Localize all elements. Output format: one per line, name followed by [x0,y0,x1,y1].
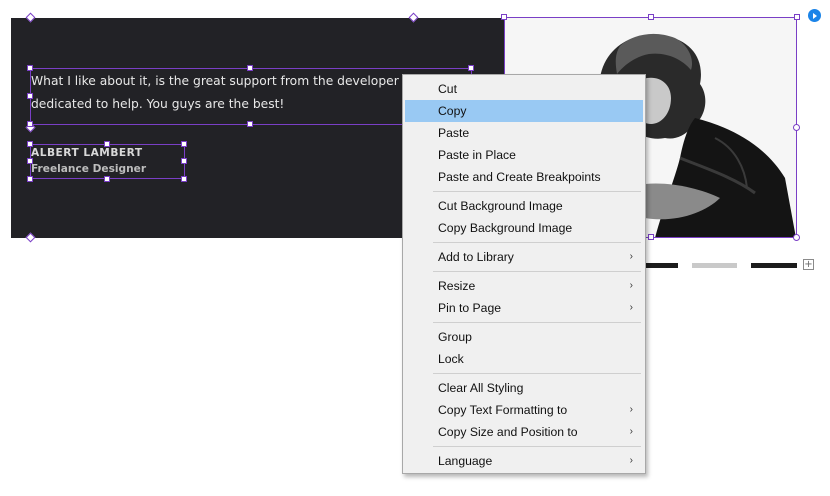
photo-resize-handle[interactable] [648,234,654,240]
menu-item-label: Resize [438,279,476,293]
menu-item-label: Copy Text Formatting to [438,403,568,417]
menu-item-language[interactable]: Language › [405,450,643,472]
menu-item-label: Clear All Styling [438,381,524,395]
menu-item-lock[interactable]: Lock [405,348,643,370]
author-resize-handle[interactable] [27,176,33,182]
chevron-right-icon: › [629,251,633,262]
menu-item-resize[interactable]: Resize › [405,275,643,297]
menu-item-paste-create-breakpoints[interactable]: Paste and Create Breakpoints [405,166,643,188]
menu-item-label: Lock [438,352,464,366]
menu-item-label: Cut [438,82,457,96]
menu-separator [433,271,641,272]
menu-item-clear-all-styling[interactable]: Clear All Styling [405,377,643,399]
menu-item-label: Pin to Page [438,301,502,315]
author-selection-box [30,144,185,179]
menu-item-cut-background-image[interactable]: Cut Background Image [405,195,643,217]
menu-item-label: Paste and Create Breakpoints [438,170,601,184]
menu-item-add-to-library[interactable]: Add to Library › [405,246,643,268]
quote-resize-handle[interactable] [27,121,33,127]
menu-item-copy[interactable]: Copy [405,100,643,122]
chevron-right-icon: › [629,426,633,437]
author-resize-handle[interactable] [181,141,187,147]
menu-item-label: Copy [438,104,467,118]
author-resize-handle[interactable] [104,141,110,147]
menu-separator [433,446,641,447]
photo-resize-handle[interactable] [794,14,800,20]
menu-separator [433,242,641,243]
menu-separator [433,191,641,192]
menu-separator [433,373,641,374]
quote-resize-handle[interactable] [247,65,253,71]
chevron-right-icon: › [629,280,633,291]
chevron-right-icon: › [629,302,633,313]
slide-indicator-3[interactable] [751,263,797,268]
context-menu: Cut Copy Paste Paste in Place Paste and … [402,74,646,474]
photo-resize-handle[interactable] [501,14,507,20]
menu-item-label: Paste in Place [438,148,516,162]
photo-rotate-handle[interactable] [793,234,800,241]
slide-indicator-1[interactable] [642,263,678,268]
menu-item-group[interactable]: Group [405,326,643,348]
menu-item-label: Group [438,330,472,344]
chevron-right-icon: › [629,404,633,415]
photo-resize-handle[interactable] [648,14,654,20]
menu-item-paste-in-place[interactable]: Paste in Place [405,144,643,166]
menu-item-label: Cut Background Image [438,199,563,213]
menu-item-label: Add to Library [438,250,514,264]
menu-item-cut[interactable]: Cut [405,78,643,100]
menu-item-copy-background-image[interactable]: Copy Background Image [405,217,643,239]
menu-item-label: Copy Background Image [438,221,573,235]
author-resize-handle[interactable] [27,141,33,147]
author-resize-handle[interactable] [104,176,110,182]
quote-resize-handle[interactable] [468,65,474,71]
menu-item-label: Paste [438,126,470,140]
menu-separator [433,322,641,323]
author-resize-handle[interactable] [27,158,33,164]
menu-item-paste[interactable]: Paste [405,122,643,144]
menu-item-label: Copy Size and Position to [438,425,578,439]
author-resize-handle[interactable] [181,176,187,182]
slide-indicator-2[interactable] [692,263,737,268]
play-icon[interactable] [808,9,821,22]
menu-item-pin-to-page[interactable]: Pin to Page › [405,297,643,319]
author-resize-handle[interactable] [181,158,187,164]
quote-resize-handle[interactable] [247,121,253,127]
photo-rotate-handle[interactable] [793,124,800,131]
add-slide-button[interactable]: + [803,259,814,270]
quote-resize-handle[interactable] [27,65,33,71]
menu-item-label: Language [438,454,493,468]
quote-resize-handle[interactable] [27,93,33,99]
chevron-right-icon: › [629,455,633,466]
menu-item-copy-size-position[interactable]: Copy Size and Position to › [405,421,643,443]
menu-item-copy-text-formatting[interactable]: Copy Text Formatting to › [405,399,643,421]
